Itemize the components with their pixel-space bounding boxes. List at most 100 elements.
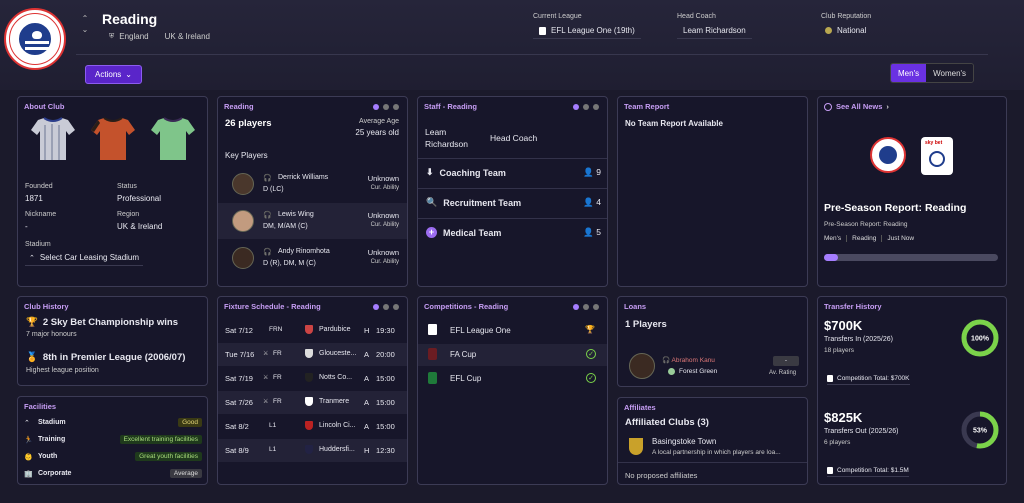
news-icon (824, 102, 832, 111)
home-kit-icon (31, 117, 75, 160)
fixture-row[interactable]: Tue 7/16 ⚔ FR Glouceste... A 20:00 (218, 343, 407, 366)
affiliate-club-name[interactable]: Basingstoke Town (652, 437, 716, 446)
club-switch-arrows[interactable]: ⌃ ⌄ (80, 13, 90, 35)
opponent-crest-icon (305, 373, 313, 382)
card-title: Facilities (24, 402, 57, 411)
trophy-badge-icon (827, 375, 833, 382)
facilities-card: Facilities ⌃ Stadium Good 🏃 Training Exc… (17, 396, 208, 485)
transfer-history-card: Transfer History $700K Transfers In (202… (817, 296, 1007, 485)
club-reputation: Club Reputation National (821, 13, 872, 35)
current-league: Current League EFL League One (19th) (533, 13, 641, 39)
competition-row[interactable]: FA Cup ✓ (418, 344, 607, 366)
card-title: Team Report (624, 102, 670, 111)
see-all-news-link[interactable]: See All News › (824, 102, 889, 111)
person-icon: 👤 (583, 197, 594, 207)
training-icon: 🏃 (24, 437, 33, 444)
reading-crest-icon (870, 137, 906, 173)
key-player-row[interactable]: 🎧 Lewis Wing DM, M/AM (C) Unknown Cur. A… (218, 203, 407, 239)
trophy-icon: 🏆 (26, 317, 38, 328)
competition-row[interactable]: EFL League One 🏆 (418, 320, 607, 342)
club-badge-icon (668, 368, 675, 375)
opponent-crest-icon (305, 445, 313, 454)
trophy-badge-icon (827, 467, 833, 474)
svg-text:53%: 53% (973, 428, 988, 435)
pager-dots[interactable] (373, 304, 399, 310)
club-header: ⌃ ⌄ Reading ⛨ England UK & Ireland Current… (0, 0, 1024, 90)
magnifier-icon: 🔍 (426, 197, 438, 207)
fixture-row[interactable]: Sat 7/12 FRN Pardubice H 19:30 (218, 319, 407, 342)
tab-womens[interactable]: Women's (926, 64, 974, 82)
friendly-icon: ⚔ (263, 351, 269, 357)
third-kit-icon (151, 117, 195, 160)
card-title: Affiliates (624, 403, 656, 412)
check-circle-icon: ✓ (586, 349, 596, 359)
pager-dots[interactable] (373, 104, 399, 110)
medal-icon: 🏅 (26, 352, 38, 363)
stadium-link[interactable]: ⌃ Select Car Leasing Stadium (25, 251, 144, 266)
transfers-in-donut: 100% (961, 319, 999, 357)
fixtures-card: Fixture Schedule - Reading Sat 7/12 FRN Pa… (217, 296, 408, 485)
club-name: Reading (102, 11, 158, 27)
opponent-crest-icon (305, 421, 313, 430)
actions-button[interactable]: Actions ⌄ (85, 65, 142, 84)
stadium-icon: ⌃ (29, 254, 35, 262)
card-title: Transfer History (824, 302, 882, 311)
whistle-icon: ⬇ (426, 167, 434, 177)
club-history-card: Club History 🏆 2 Sky Bet Championship win… (17, 296, 208, 386)
coaching-team-row[interactable]: ⬇ Coaching Team 👤 9 (426, 167, 601, 178)
check-circle-icon: ✓ (586, 373, 596, 383)
fixture-row[interactable]: Sat 8/9 L1 Huddersfi... H 12:30 (218, 439, 407, 462)
card-title: Competitions - Reading (424, 302, 509, 311)
history-honours: 🏆 2 Sky Bet Championship wins (26, 317, 178, 328)
shield-icon: ⛨ (109, 32, 115, 40)
stadium-icon: ⌃ (24, 420, 30, 427)
away-kit-icon (91, 117, 135, 160)
person-icon: 👤 (583, 167, 594, 177)
friendly-icon: ⚔ (263, 399, 269, 405)
league-badge-icon (539, 26, 546, 35)
youth-icon: 👶 (24, 454, 33, 461)
squad-card: Reading 26 players Average Age 25 years … (217, 96, 408, 287)
efl-cup-icon (428, 372, 437, 384)
fixture-row[interactable]: Sat 8/2 L1 Lincoln Ci... A 15:00 (218, 415, 407, 438)
efl-badge-icon: sky bet (921, 137, 953, 175)
fixture-row[interactable]: Sat 7/19 ⚔ FR Notts Co... A 15:00 (218, 367, 407, 390)
fa-cup-icon (428, 348, 437, 360)
news-tags: Men's Reading Just Now (824, 235, 915, 242)
opponent-crest-icon (305, 349, 313, 358)
person-icon: 👤 (583, 227, 594, 237)
medical-team-row[interactable]: + Medical Team 👤 5 (426, 227, 601, 238)
card-title: About Club (24, 102, 65, 111)
pager-dots[interactable] (573, 304, 599, 310)
competitions-card: Competitions - Reading EFL League One 🏆 … (417, 296, 608, 485)
medical-plus-icon: + (426, 227, 437, 238)
globe-icon (825, 27, 832, 34)
history-position: 🏅 8th in Premier League (2006/07) (26, 352, 186, 363)
card-title: Club History (24, 302, 69, 311)
card-title: Staff - Reading (424, 102, 477, 111)
friendly-icon: ⚔ (263, 375, 269, 381)
tab-mens[interactable]: Men's (891, 64, 927, 82)
key-player-row[interactable]: 🎧 Andy Rinomhota D (R), DM, M (C) Unknow… (218, 240, 407, 276)
card-title: Loans (624, 302, 647, 311)
head-coach: Head Coach Leam Richardson (677, 13, 752, 39)
team-report-card: Team Report No Team Report Available (617, 96, 808, 287)
recruitment-team-row[interactable]: 🔍 Recruitment Team 👤 4 (426, 197, 601, 208)
pager-dots[interactable] (573, 104, 599, 110)
affiliates-card: Affiliates Affiliated Clubs (3) Basingst… (617, 397, 808, 485)
competition-row[interactable]: EFL Cup ✓ (418, 368, 607, 390)
opponent-crest-icon (305, 397, 313, 406)
fixture-row[interactable]: Sat 7/26 ⚔ FR Tranmere A 15:00 (218, 391, 407, 414)
transfers-out-donut: 53% (961, 411, 999, 449)
key-player-row[interactable]: 🎧 Derrick Williams D (LC) Unknown Cur. A… (218, 166, 407, 202)
loan-player-avatar[interactable] (629, 353, 655, 379)
loan-player-name[interactable]: 🎧 Abrahom Kanu (662, 356, 715, 364)
card-title: Fixture Schedule - Reading (224, 302, 321, 311)
club-location: ⛨ England UK & Ireland (109, 32, 210, 41)
about-club-card: About Club Founded 1871 Status Professio… (17, 96, 208, 287)
card-title: Reading (224, 102, 254, 111)
loans-card: Loans 1 Players 🎧 Abrahom Kanu Forest Gr… (617, 296, 808, 387)
league-one-icon (428, 324, 437, 335)
svg-text:100%: 100% (971, 336, 990, 343)
facility-row: 👶 Youth Great youth facilities (24, 452, 202, 464)
